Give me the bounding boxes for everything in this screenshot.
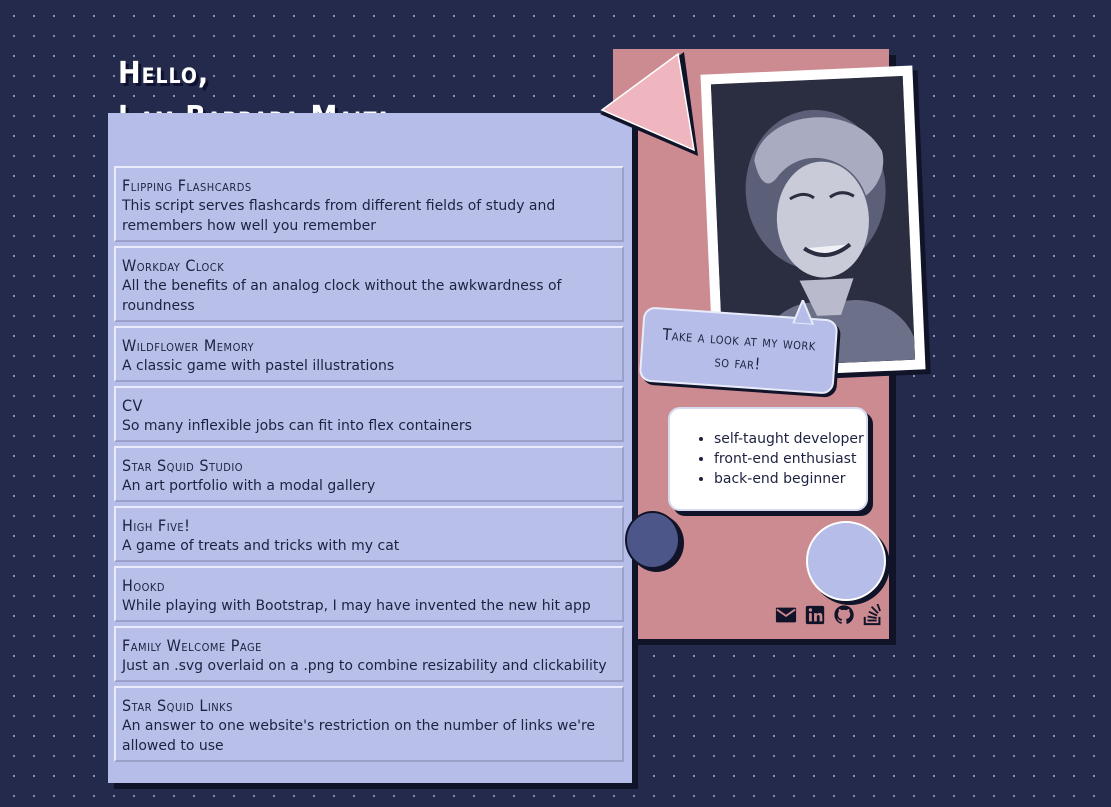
project-description: This script serves flashcards from diffe…	[122, 198, 556, 234]
project-description: An answer to one website's restriction o…	[122, 718, 596, 754]
traits-card: self-taught developer front-end enthusia…	[668, 407, 868, 511]
linkedin-icon[interactable]	[804, 604, 826, 626]
stackoverflow-icon[interactable]	[862, 604, 884, 626]
greeting-line-1: Hello,	[118, 56, 210, 91]
decorative-circle-light	[806, 521, 886, 601]
project-description: While playing with Bootstrap, I may have…	[122, 598, 591, 614]
project-card-star-squid-links[interactable]: Star Squid Links An answer to one websit…	[114, 686, 624, 762]
decorative-triangle	[600, 52, 698, 156]
project-title: Star Squid Studio	[122, 456, 244, 475]
trait-item: back-end beginner	[714, 469, 866, 489]
project-card-cv[interactable]: CV So many inflexible jobs can fit into …	[114, 386, 624, 442]
github-icon[interactable]	[833, 604, 855, 626]
speech-bubble-tail	[791, 298, 815, 326]
trait-item: self-taught developer	[714, 429, 866, 449]
project-title: Family Welcome Page	[122, 636, 262, 655]
project-card-wildflower-memory[interactable]: Wildflower Memory A classic game with pa…	[114, 326, 624, 382]
project-description: So many inflexible jobs can fit into fle…	[122, 418, 472, 434]
project-description: A game of treats and tricks with my cat	[122, 538, 400, 554]
trait-item: front-end enthusiast	[714, 449, 866, 469]
project-description: All the benefits of an analog clock with…	[122, 278, 562, 314]
social-links	[775, 604, 884, 626]
email-icon[interactable]	[775, 604, 797, 626]
project-description: A classic game with pastel illustrations	[122, 358, 395, 374]
projects-list: Flipping Flashcards This script serves f…	[108, 113, 632, 783]
project-description: An art portfolio with a modal gallery	[122, 478, 376, 494]
project-title: High Five!	[122, 516, 191, 535]
project-title: Star Squid Links	[122, 696, 233, 715]
project-card-star-squid-studio[interactable]: Star Squid Studio An art portfolio with …	[114, 446, 624, 502]
project-card-workday-clock[interactable]: Workday Clock All the benefits of an ana…	[114, 246, 624, 322]
project-title: Hookd	[122, 576, 166, 595]
project-card-flipping-flashcards[interactable]: Flipping Flashcards This script serves f…	[114, 166, 624, 242]
project-title: Workday Clock	[122, 256, 225, 275]
decorative-circle-dark	[625, 511, 680, 569]
project-card-family-welcome-page[interactable]: Family Welcome Page Just an .svg overlai…	[114, 626, 624, 682]
project-title: CV	[122, 396, 143, 415]
project-card-high-five[interactable]: High Five! A game of treats and tricks w…	[114, 506, 624, 562]
project-title: Flipping Flashcards	[122, 176, 252, 195]
project-description: Just an .svg overlaid on a .png to combi…	[122, 658, 607, 674]
project-title: Wildflower Memory	[122, 336, 255, 355]
project-card-hookd[interactable]: Hookd While playing with Bootstrap, I ma…	[114, 566, 624, 622]
traits-list: self-taught developer front-end enthusia…	[670, 429, 866, 489]
